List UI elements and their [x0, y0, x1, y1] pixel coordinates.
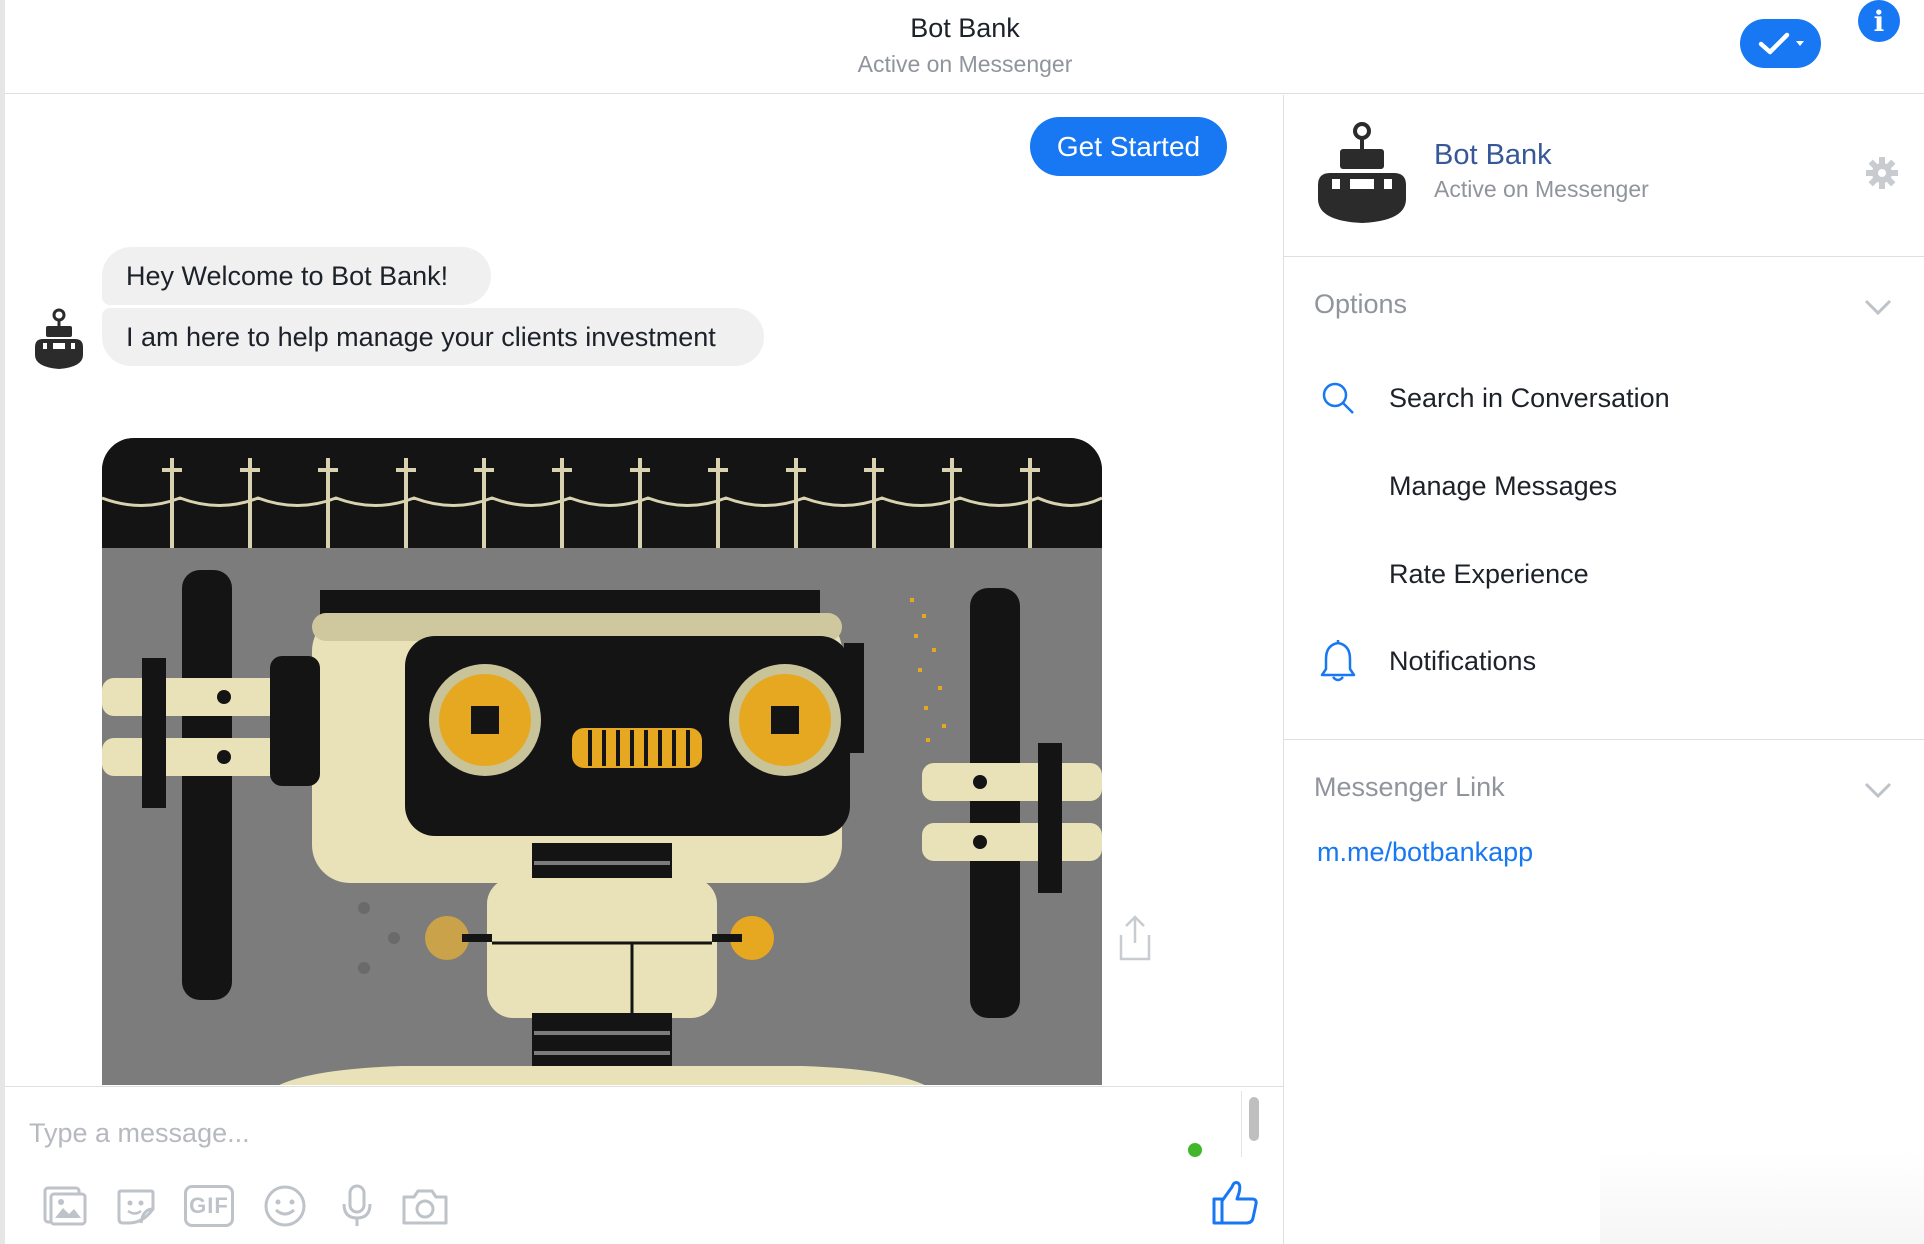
- message-bubble[interactable]: Hey Welcome to Bot Bank!: [102, 247, 491, 305]
- gear-icon[interactable]: [1864, 155, 1900, 191]
- caret-down-icon: [1795, 40, 1804, 46]
- robot-illustration: [102, 438, 1102, 1085]
- option-manage-messages[interactable]: Manage Messages: [1284, 456, 1924, 516]
- bottom-fade: [1600, 1150, 1924, 1244]
- get-started-message: Get Started: [1030, 117, 1227, 176]
- conversation-status: Active on Messenger: [857, 51, 1073, 77]
- option-rate-experience[interactable]: Rate Experience: [1284, 544, 1924, 604]
- mark-done-button[interactable]: [1740, 19, 1821, 68]
- message-composer: GIF: [5, 1086, 1283, 1244]
- option-label: Manage Messages: [1389, 470, 1618, 501]
- message-bubble[interactable]: I am here to help manage your clients in…: [102, 308, 764, 366]
- composer-scrollbar[interactable]: [1241, 1091, 1265, 1157]
- option-search-in-conversation[interactable]: Search in Conversation: [1284, 368, 1924, 428]
- message-thread[interactable]: Get Started Hey Welcome to Bot Bank! I a…: [5, 95, 1283, 1085]
- option-notifications[interactable]: Notifications: [1284, 631, 1924, 691]
- bot-avatar[interactable]: [31, 307, 87, 371]
- bot-profile-status: Active on Messenger: [1434, 176, 1649, 202]
- chevron-down-icon[interactable]: [1860, 778, 1896, 802]
- option-label: Rate Experience: [1389, 558, 1589, 589]
- voice-clip-button[interactable]: [332, 1181, 382, 1231]
- panel-divider: [1284, 256, 1924, 257]
- messenger-link-section-title[interactable]: Messenger Link: [1314, 772, 1505, 803]
- message-input[interactable]: [29, 1113, 1209, 1153]
- gif-icon: GIF: [184, 1185, 234, 1227]
- sticker-button[interactable]: [111, 1181, 161, 1231]
- gif-button[interactable]: GIF: [184, 1181, 234, 1231]
- microphone-icon: [342, 1184, 372, 1226]
- like-thumbs-up-icon[interactable]: [1208, 1175, 1262, 1229]
- camera-icon: [402, 1189, 448, 1225]
- status-dot: [1188, 1143, 1202, 1157]
- photo-icon: [43, 1186, 87, 1226]
- bot-profile-avatar[interactable]: [1314, 121, 1410, 225]
- share-icon[interactable]: [1115, 913, 1155, 963]
- search-icon: [1318, 378, 1358, 418]
- chevron-down-icon[interactable]: [1860, 295, 1896, 319]
- camera-button[interactable]: [400, 1181, 450, 1231]
- bell-icon: [1318, 640, 1358, 682]
- conversation-info-panel: Bot Bank Active on Messenger Options Sea…: [1283, 95, 1924, 1244]
- emoji-icon: [264, 1185, 306, 1227]
- info-icon[interactable]: i: [1858, 0, 1900, 42]
- conversation-title: Bot Bank: [910, 13, 1020, 43]
- bot-profile-name[interactable]: Bot Bank: [1434, 139, 1552, 172]
- option-label: Notifications: [1389, 645, 1537, 676]
- option-label: Search in Conversation: [1389, 382, 1670, 413]
- options-section-title[interactable]: Options: [1314, 289, 1407, 320]
- conversation-header: Bot Bank Active on Messenger i: [5, 0, 1924, 94]
- panel-divider: [1284, 739, 1924, 740]
- sticker-icon: [117, 1189, 155, 1225]
- messenger-link[interactable]: m.me/botbankapp: [1317, 837, 1533, 868]
- checkmark-icon: [1758, 32, 1789, 54]
- photo-button[interactable]: [39, 1181, 89, 1231]
- scrollbar-thumb[interactable]: [1249, 1097, 1259, 1141]
- emoji-button[interactable]: [260, 1181, 310, 1231]
- robot-gif-image[interactable]: [102, 438, 1102, 1085]
